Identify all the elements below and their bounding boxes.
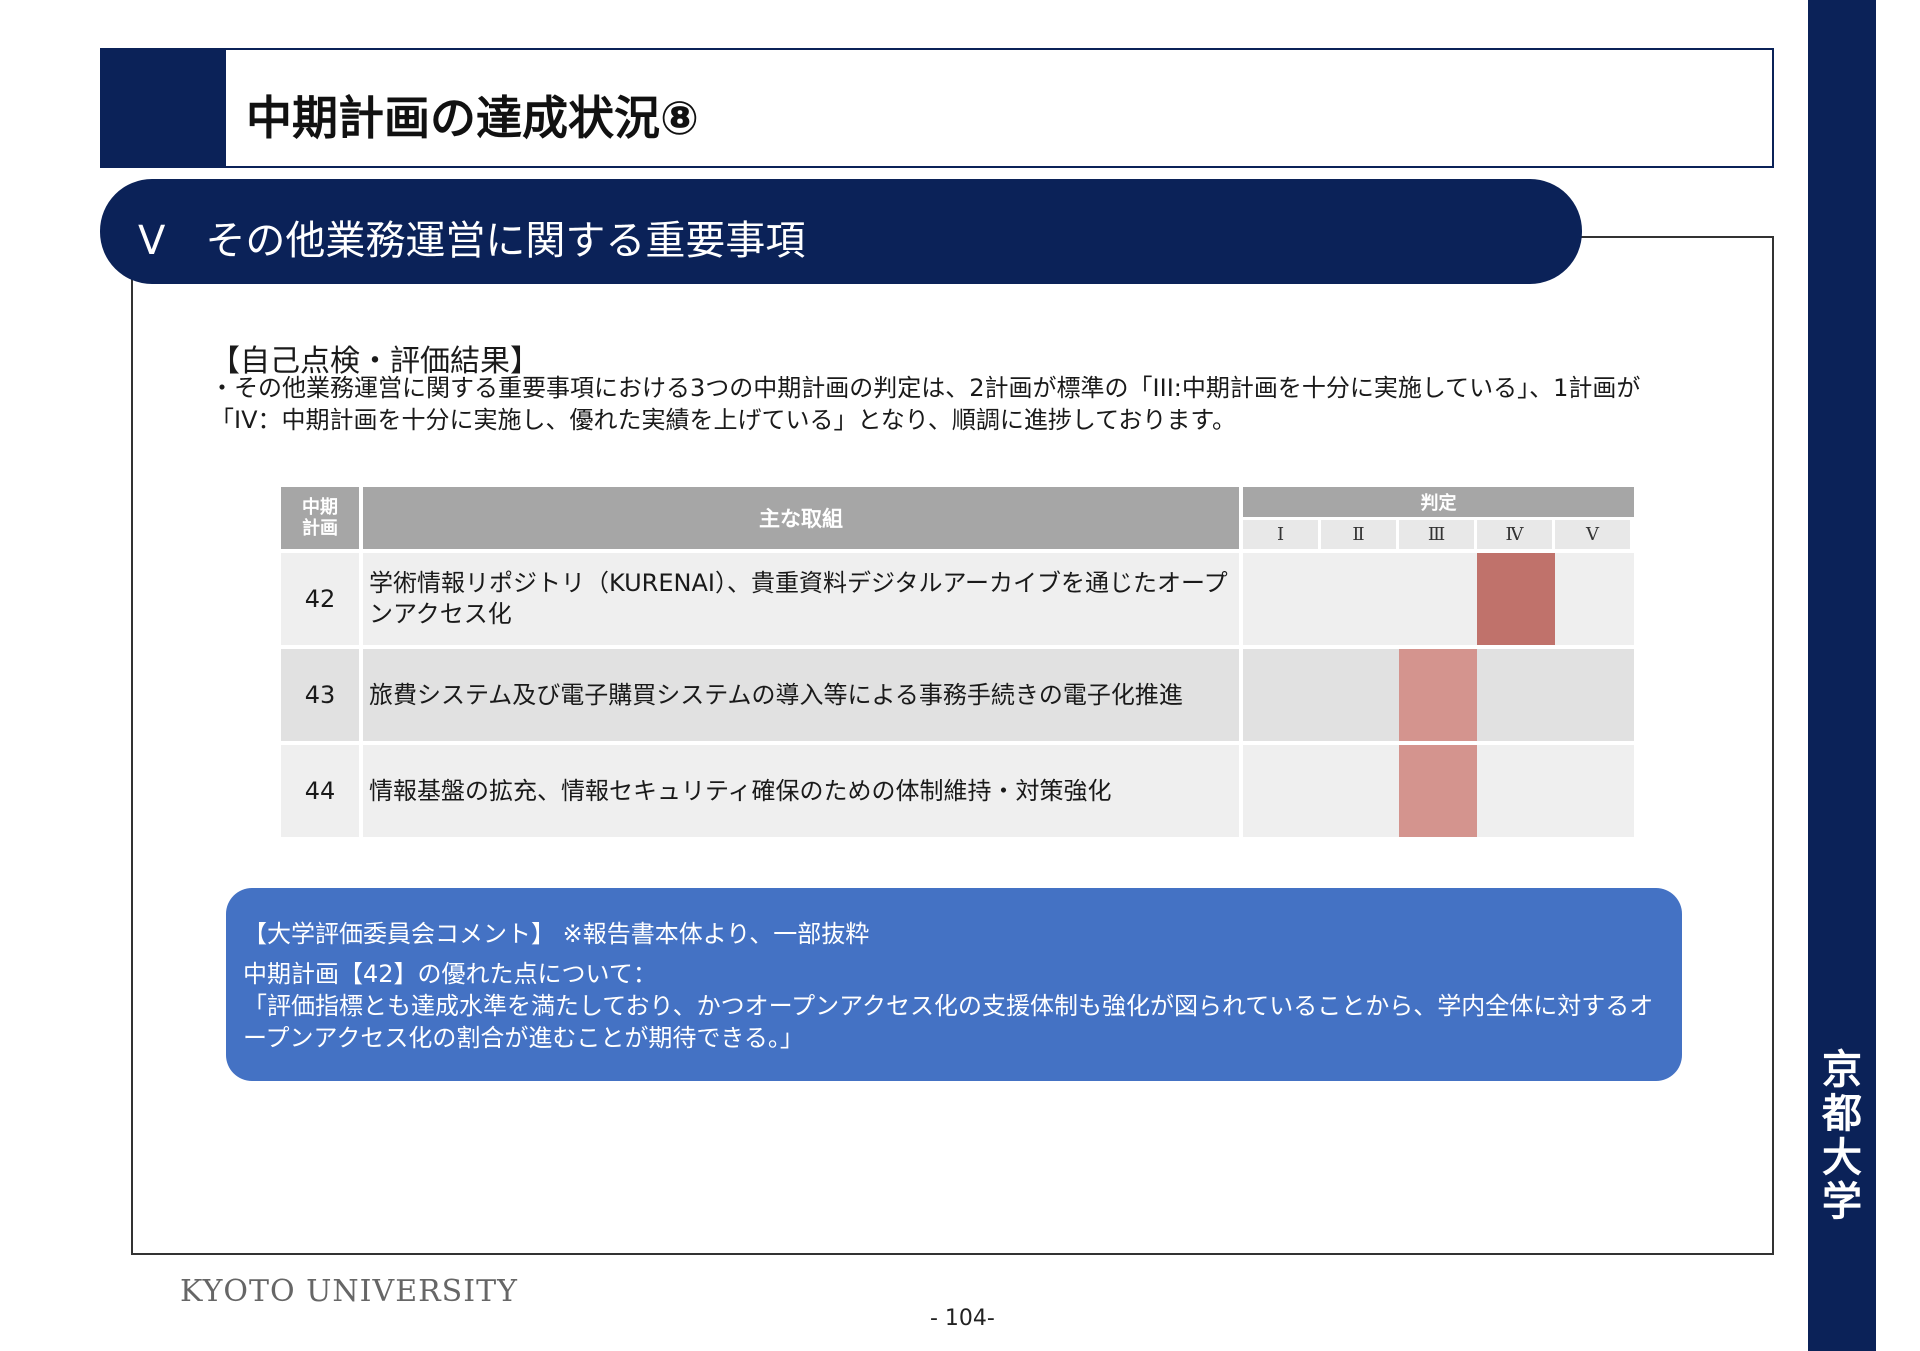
row-judgment-cell bbox=[1243, 553, 1634, 645]
row-main-initiative: 旅費システム及び電子購買システムの導入等による事務手続きの電子化推進 bbox=[363, 649, 1239, 741]
judgment-mark bbox=[1399, 745, 1477, 837]
level-header-3: Ⅲ bbox=[1399, 520, 1474, 549]
row-plan-number: 43 bbox=[281, 649, 359, 741]
page-title: 中期計画の達成状況⑧ bbox=[246, 91, 699, 145]
judgment-mark bbox=[1477, 553, 1555, 645]
footer-university-name: KYOTO UNIVERSITY bbox=[180, 1274, 518, 1309]
table-header-main-label: 主な取組 bbox=[759, 507, 843, 531]
row-plan-number: 42 bbox=[281, 553, 359, 645]
university-vertical-logo: 京都大学 bbox=[1822, 1046, 1862, 1225]
row-main-initiative: 学術情報リポジトリ（KURENAI）、貴重資料デジタルアーカイブを通じたオープン… bbox=[363, 553, 1239, 645]
judgment-mark bbox=[1399, 649, 1477, 741]
table-header-plan-label: 中期 計画 bbox=[302, 497, 338, 539]
table-header-main: 主な取組 bbox=[363, 487, 1239, 549]
level-header-1: Ⅰ bbox=[1243, 520, 1318, 549]
table-header-judgment: 判定 bbox=[1243, 487, 1634, 517]
comment-heading: 【大学評価委員会コメント】 ※報告書本体より、一部抜粋 bbox=[243, 920, 870, 948]
table-header-plan: 中期 計画 bbox=[281, 487, 359, 549]
title-accent-block bbox=[100, 48, 226, 168]
level-header-5: Ⅴ bbox=[1555, 520, 1630, 549]
table-header-judgment-label: 判定 bbox=[1420, 493, 1457, 514]
section-title: Ⅴ その他業務運営に関する重要事項 bbox=[138, 218, 806, 264]
page-number: - 104- bbox=[930, 1306, 995, 1331]
row-main-initiative: 情報基盤の拡充、情報セキュリティ確保のための体制維持・対策強化 bbox=[363, 745, 1239, 837]
level-header-2: Ⅱ bbox=[1321, 520, 1396, 549]
row-plan-number: 44 bbox=[281, 745, 359, 837]
evaluation-text: ・その他業務運営に関する重要事項における3つの中期計画の判定は、2計画が標準の「… bbox=[210, 374, 1641, 434]
level-header-4: Ⅳ bbox=[1477, 520, 1552, 549]
comment-text: 中期計画【42】の優れた点について： 「評価指標とも達成水準を満たしており、かつ… bbox=[243, 960, 1654, 1052]
